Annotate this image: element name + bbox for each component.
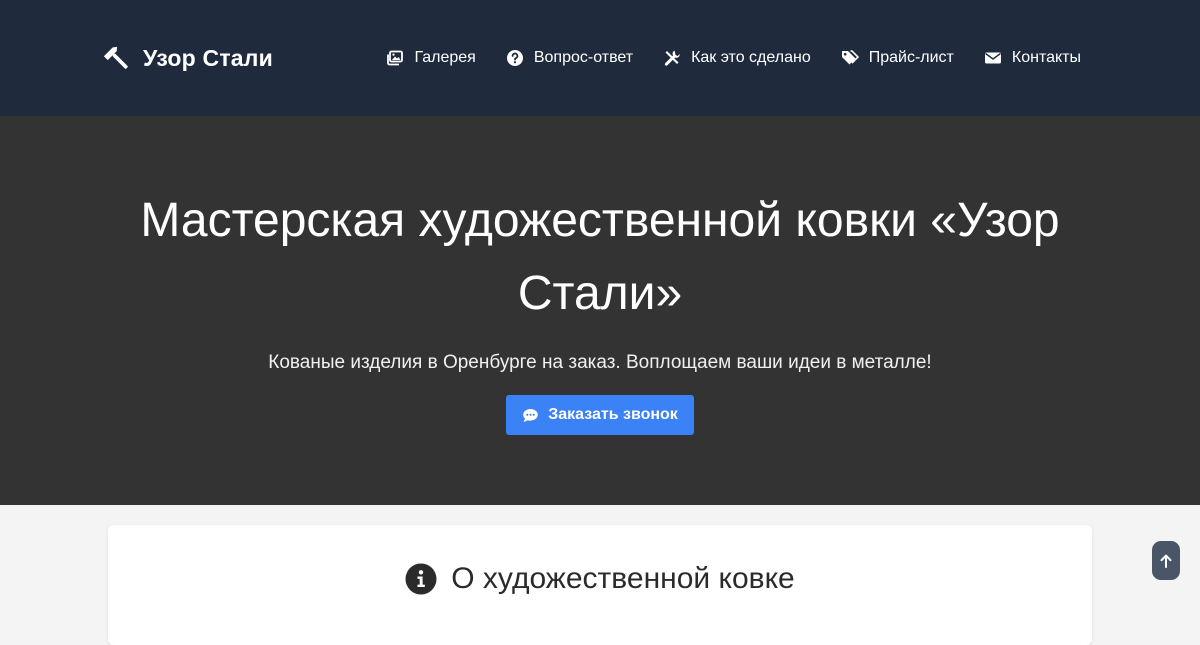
tags-icon: [841, 50, 859, 65]
site-header: Узор Стали Галерея Вопрос-ответ Как это …: [0, 0, 1200, 116]
nav-label-gallery: Галерея: [414, 49, 476, 66]
info-circle-icon: [405, 563, 437, 595]
hammer-icon: [103, 46, 128, 69]
order-call-label: Заказать звонок: [548, 406, 678, 423]
about-card: О художественной ковке: [108, 525, 1092, 645]
about-title: О художественной ковке: [451, 562, 795, 595]
hero-section: Мастерская художественной ковки «Узор Ст…: [0, 116, 1200, 505]
nav-item-how-its-made[interactable]: Как это сделано: [663, 49, 811, 67]
nav-label-faq: Вопрос-ответ: [533, 49, 634, 66]
nav-item-gallery[interactable]: Галерея: [386, 49, 476, 67]
back-to-top-button[interactable]: [1152, 541, 1180, 580]
nav-label-contacts: Контакты: [1011, 49, 1081, 66]
nav-label-how-its-made: Как это сделано: [691, 49, 811, 66]
about-heading: О художественной ковке: [108, 561, 1092, 597]
arrow-up-icon: [1160, 554, 1172, 568]
nav-item-price-list[interactable]: Прайс-лист: [841, 49, 954, 67]
comment-dots-icon: [523, 408, 539, 422]
main-nav: Галерея Вопрос-ответ Как это сделано Пра…: [386, 42, 1081, 74]
tools-icon: [664, 50, 680, 66]
nav-item-faq[interactable]: Вопрос-ответ: [506, 49, 633, 67]
hero-subtitle: Кованые изделия в Оренбурге на заказ. Во…: [268, 352, 932, 373]
question-circle-icon: [506, 50, 523, 66]
brand-name: Узор Стали: [143, 44, 273, 71]
nav-item-contacts[interactable]: Контакты: [984, 49, 1081, 67]
brand-logo-link[interactable]: Узор Стали: [103, 42, 273, 74]
nav-label-price-list: Прайс-лист: [868, 49, 954, 66]
envelope-icon: [984, 52, 1001, 64]
order-call-button[interactable]: Заказать звонок: [506, 395, 694, 435]
gallery-icon: [387, 50, 404, 66]
hero-title: Мастерская художественной ковки «Узор Ст…: [140, 194, 1060, 320]
